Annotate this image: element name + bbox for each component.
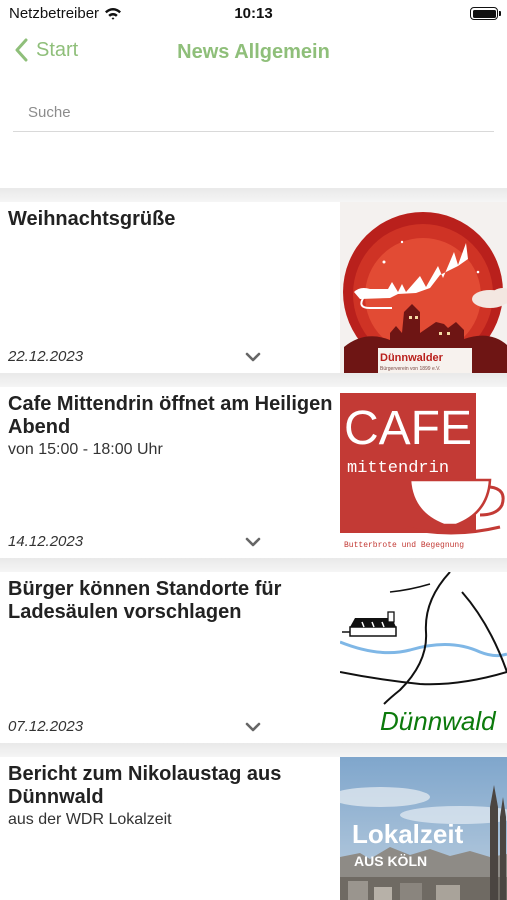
news-item[interactable]: Weihnachtsgrüße 22.12.2023 Dünnwalder Bü… — [0, 202, 507, 373]
battery-icon — [470, 7, 501, 20]
lokalzeit-city-image: Lokalzeit AUS KÖLN — [340, 757, 507, 900]
news-list: Weihnachtsgrüße 22.12.2023 Dünnwalder Bü… — [0, 188, 507, 900]
news-item-date: 14.12.2023 — [8, 533, 84, 550]
news-item-text: Bericht zum Nikolaustag aus Dünnwald aus… — [8, 763, 333, 829]
news-item-date: 22.12.2023 — [8, 348, 84, 365]
thumbnail-tagline: Butterbrote und Begegnung — [344, 541, 464, 550]
map-sketch-image: Dünnwald — [340, 572, 507, 743]
thumbnail-heading: CAFE — [344, 402, 472, 455]
chevron-down-icon[interactable] — [245, 536, 261, 548]
list-separator — [0, 558, 507, 572]
news-item-text: Weihnachtsgrüße — [8, 208, 333, 231]
news-item-title: Cafe Mittendrin öffnet am Heiligen Abend — [8, 393, 333, 438]
news-item[interactable]: Bürger können Standorte für Ladesäulen v… — [0, 572, 507, 743]
list-separator — [0, 373, 507, 387]
list-separator — [0, 188, 507, 202]
christmas-papercut-image: Dünnwalder Bürgerverein von 1899 e.V. — [340, 202, 507, 373]
news-item-date: 07.12.2023 — [8, 718, 84, 735]
news-item-title: Weihnachtsgrüße — [8, 208, 176, 230]
news-item-text: Cafe Mittendrin öffnet am Heiligen Abend… — [8, 393, 333, 459]
thumbnail-subheading: AUS KÖLN — [354, 853, 427, 869]
chevron-down-icon[interactable] — [245, 721, 261, 733]
status-bar: Netzbetreiber 10:13 — [0, 0, 507, 28]
chevron-down-icon[interactable] — [245, 351, 261, 363]
thumbnail-name: mittendrin — [347, 459, 449, 478]
navigation-bar: Start News Allgemein — [0, 30, 507, 74]
news-item[interactable]: Cafe Mittendrin öffnet am Heiligen Abend… — [0, 387, 507, 558]
clock: 10:13 — [234, 5, 273, 22]
thumbnail-brand: Dünnwalder — [380, 352, 444, 364]
cafe-logo-image: CAFE mittendrin Butterbrote und Begegnun… — [340, 387, 507, 558]
page-title: News Allgemein — [177, 41, 330, 63]
search-field — [13, 96, 494, 132]
thumbnail-tagline: Bürgerverein von 1899 e.V. — [380, 366, 440, 372]
news-item[interactable]: Bericht zum Nikolaustag aus Dünnwald aus… — [0, 757, 507, 900]
news-item-title: Bericht zum Nikolaustag aus Dünnwald — [8, 763, 282, 808]
list-separator — [0, 743, 507, 757]
search-input[interactable] — [13, 96, 494, 128]
news-item-title: Bürger können Standorte für Ladesäulen v… — [8, 578, 282, 623]
news-item-subtitle: aus der WDR Lokalzeit — [8, 811, 172, 828]
news-item-text: Bürger können Standorte für Ladesäulen v… — [8, 578, 333, 624]
thumbnail-heading: Lokalzeit — [352, 819, 464, 849]
news-item-subtitle: von 15:00 - 18:00 Uhr — [8, 441, 163, 458]
thumbnail-label: Dünnwald — [380, 706, 497, 736]
